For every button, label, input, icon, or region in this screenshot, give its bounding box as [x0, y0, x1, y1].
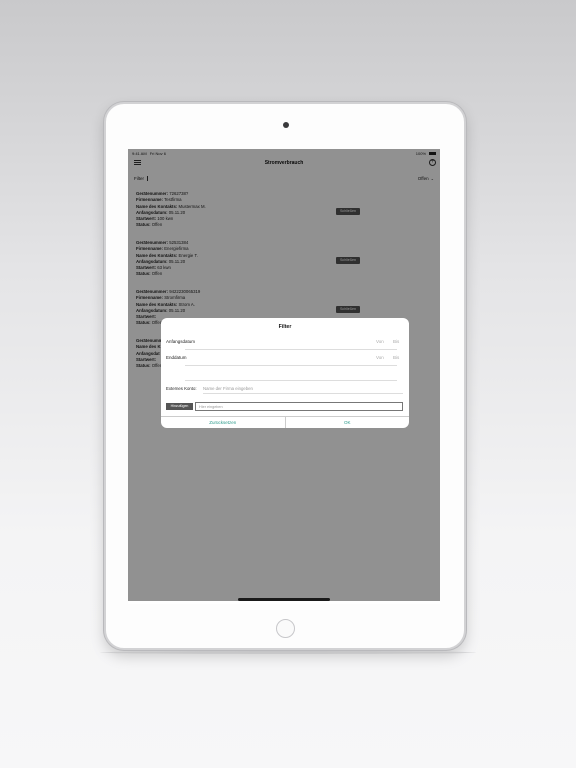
external-account-label: Externes Konto: — [166, 386, 197, 391]
external-account-input[interactable]: Name der Firma eingeben — [203, 386, 393, 391]
app-screen: 9:41 AM Fri Nov 6 100% Stromverbrauch + … — [128, 149, 440, 604]
camera-icon — [283, 122, 289, 128]
start-date-to[interactable]: Bis — [393, 339, 399, 344]
start-date-from[interactable]: Von — [376, 339, 384, 344]
divider — [185, 365, 397, 366]
divider — [185, 380, 397, 381]
home-button[interactable] — [276, 619, 295, 638]
end-date-row[interactable]: Enddatum Von Bis — [166, 354, 404, 363]
divider — [185, 349, 397, 350]
device-shadow — [100, 651, 476, 654]
dialog-title: Filter — [278, 324, 292, 330]
start-date-row[interactable]: Anfangsdatum Von Bis — [166, 338, 404, 347]
home-indicator — [238, 598, 330, 601]
end-date-from[interactable]: Von — [376, 355, 384, 360]
end-date-to[interactable]: Bis — [393, 355, 399, 360]
filter-dialog: Filter Anfangsdatum Von Bis Enddatum Von… — [161, 318, 409, 428]
divider — [203, 393, 403, 394]
entry-input[interactable]: Hier eingeben — [195, 402, 403, 411]
add-row: Hinzufügen Hier eingeben — [166, 402, 404, 411]
dialog-buttons: Zurücksetzen OK — [161, 416, 409, 428]
reset-button[interactable]: Zurücksetzen — [161, 417, 286, 428]
add-button[interactable]: Hinzufügen — [166, 403, 193, 410]
end-date-label: Enddatum — [166, 355, 187, 360]
ok-button[interactable]: OK — [286, 417, 410, 428]
external-account-row: Externes Konto: Name der Firma eingeben — [166, 385, 404, 394]
start-date-label: Anfangsdatum — [166, 339, 196, 344]
